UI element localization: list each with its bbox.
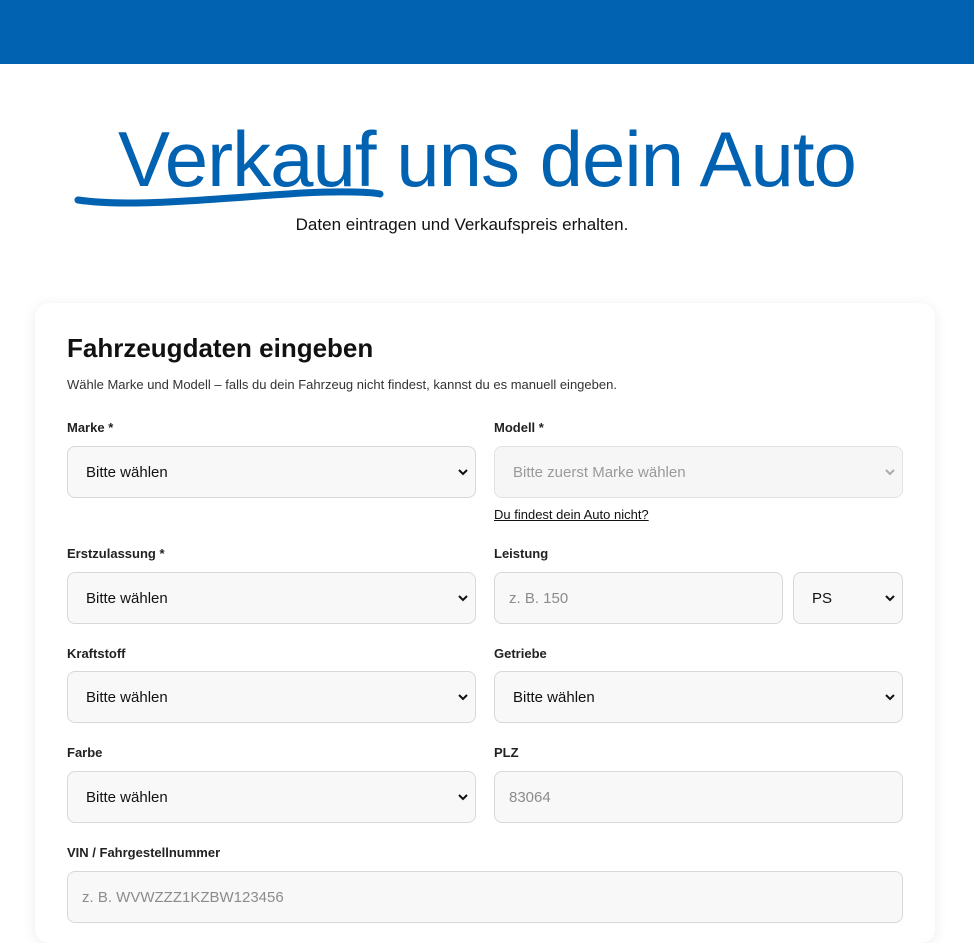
chevron-down-icon (458, 794, 468, 801)
erstzulassung-select-value: Bitte wählen (86, 589, 168, 607)
plz-input[interactable]: 83064 (494, 771, 903, 823)
chevron-down-icon (458, 469, 468, 476)
chevron-down-icon (458, 694, 468, 701)
farbe-select[interactable]: Bitte wählen (67, 771, 476, 823)
kraftstoff-select-value: Bitte wählen (86, 688, 168, 706)
hero-subtitle: Daten eintragen und Verkaufspreis erhalt… (295, 215, 629, 234)
erstzulassung-label: Erstzulassung * (67, 546, 165, 561)
vin-label: VIN / Fahrgestellnummer (67, 845, 221, 860)
marke-label: Marke * (67, 420, 114, 435)
erstzulassung-select[interactable]: Bitte wählen (67, 572, 476, 624)
leistung-label: Leistung (494, 546, 549, 561)
leistung-placeholder: z. B. 150 (509, 589, 569, 607)
marke-select[interactable]: Bitte wählen (67, 446, 476, 498)
plz-label: PLZ (494, 745, 519, 760)
vehicle-form-card: Fahrzeugdaten eingeben Wähle Marke und M… (35, 303, 935, 943)
form-title: Fahrzeugdaten eingeben (67, 333, 374, 363)
farbe-select-value: Bitte wählen (86, 788, 168, 806)
underline-swoosh-icon (74, 188, 384, 207)
getriebe-select[interactable]: Bitte wählen (494, 671, 903, 723)
vin-input[interactable]: z. B. WVWZZZ1KZBW123456 (67, 871, 903, 923)
plz-placeholder: 83064 (509, 788, 551, 806)
leistung-unit-value: PS (812, 589, 833, 607)
marke-select-value: Bitte wählen (86, 463, 168, 481)
kraftstoff-label: Kraftstoff (67, 646, 126, 661)
car-not-found-link[interactable]: Du findest dein Auto nicht? (494, 507, 649, 522)
form-description: Wähle Marke und Modell – falls du dein F… (67, 377, 617, 392)
farbe-label: Farbe (67, 745, 103, 760)
leistung-unit-select[interactable]: PS (793, 572, 903, 624)
hero-title-rest: uns dein Auto (375, 115, 857, 203)
getriebe-select-value: Bitte wählen (513, 688, 595, 706)
leistung-input[interactable]: z. B. 150 (494, 572, 783, 624)
getriebe-label: Getriebe (494, 646, 547, 661)
modell-select[interactable]: Bitte zuerst Marke wählen (494, 446, 903, 498)
chevron-down-icon (885, 469, 895, 476)
vin-placeholder: z. B. WVWZZZ1KZBW123456 (82, 888, 284, 906)
modell-select-value: Bitte zuerst Marke wählen (513, 463, 686, 481)
chevron-down-icon (458, 595, 468, 602)
chevron-down-icon (885, 694, 895, 701)
kraftstoff-select[interactable]: Bitte wählen (67, 671, 476, 723)
modell-label: Modell * (494, 420, 544, 435)
chevron-down-icon (885, 595, 895, 602)
top-header-bar (0, 0, 974, 64)
